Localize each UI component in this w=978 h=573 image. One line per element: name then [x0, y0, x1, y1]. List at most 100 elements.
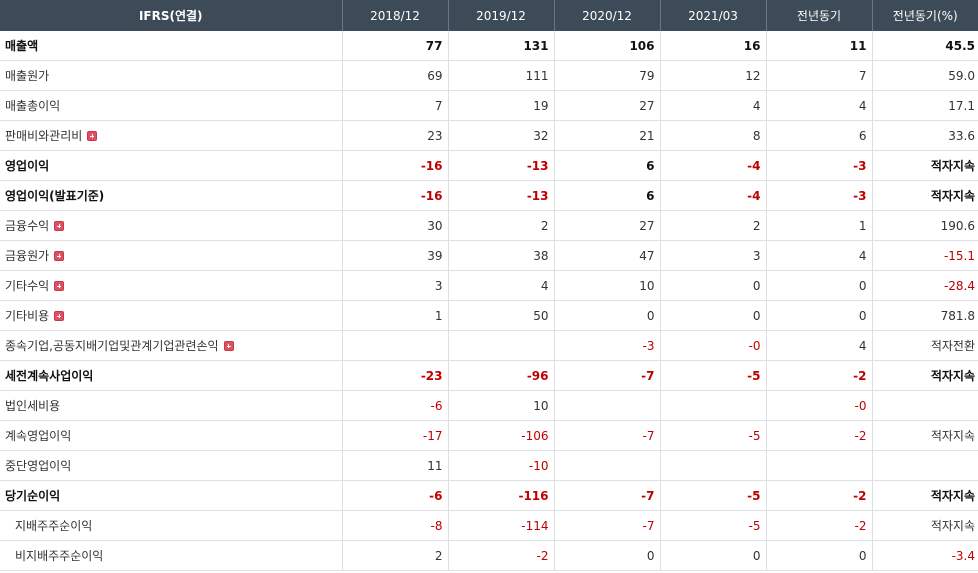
value-cell: -4: [660, 180, 767, 211]
value-cell: 1: [342, 300, 449, 331]
value-cell: 0: [554, 300, 661, 331]
row-label: 비지배주주순이익: [15, 549, 104, 563]
value-cell: -0: [660, 330, 767, 361]
value-cell: 적자지속: [872, 150, 978, 181]
value-cell: 0: [660, 270, 767, 301]
row-label-cell: 금융수익: [0, 210, 343, 241]
value-cell: -17: [342, 420, 449, 451]
value-cell: 19: [448, 90, 555, 121]
table-row: 기타비용 1 50 0 0 0 781.8: [0, 300, 978, 331]
value-cell: -5: [660, 480, 767, 511]
value-cell: -5: [660, 420, 767, 451]
row-label-cell: 금융원가: [0, 240, 343, 271]
header-col-yoy-pct: 전년동기(%): [872, 0, 978, 31]
row-label-cell: 종속기업,공동지배기업및관계기업관련손익: [0, 330, 343, 361]
value-cell: -3: [766, 150, 873, 181]
row-label: 금융수익: [5, 219, 50, 233]
header-label-col: IFRS(연결): [0, 0, 343, 31]
value-cell: 적자전환: [872, 330, 978, 361]
value-cell: 23: [342, 120, 449, 151]
value-cell: 0: [766, 300, 873, 331]
value-cell: 11: [342, 450, 449, 481]
value-cell: -7: [554, 480, 661, 511]
value-cell: [660, 390, 767, 421]
row-label-cell: 영업이익: [0, 150, 343, 181]
expand-plus-icon[interactable]: [54, 311, 65, 321]
value-cell: 38: [448, 240, 555, 271]
value-cell: -3: [766, 180, 873, 211]
row-label-cell: 비지배주주순이익: [0, 540, 343, 571]
row-label: 매출액: [5, 39, 39, 53]
value-cell: -7: [554, 420, 661, 451]
value-cell: 190.6: [872, 210, 978, 241]
value-cell: [872, 390, 978, 421]
value-cell: 적자지속: [872, 360, 978, 391]
table-row: 영업이익 -16 -13 6 -4 -3 적자지속: [0, 150, 978, 181]
value-cell: 69: [342, 60, 449, 91]
value-cell: -13: [448, 180, 555, 211]
value-cell: 27: [554, 210, 661, 241]
value-cell: 0: [660, 540, 767, 571]
value-cell: 17.1: [872, 90, 978, 121]
value-cell: 2: [660, 210, 767, 241]
value-cell: 45.5: [872, 31, 978, 61]
value-cell: 0: [766, 540, 873, 571]
value-cell: -2: [766, 510, 873, 541]
value-cell: -13: [448, 150, 555, 181]
header-col-yoy: 전년동기: [766, 0, 873, 31]
value-cell: 131: [448, 31, 555, 61]
value-cell: -3: [554, 330, 661, 361]
row-label: 매출원가: [5, 69, 50, 83]
expand-plus-icon[interactable]: [54, 281, 65, 291]
expand-plus-icon[interactable]: [54, 221, 65, 231]
row-label-cell: 기타수익: [0, 270, 343, 301]
value-cell: -2: [448, 540, 555, 571]
value-cell: -7: [554, 510, 661, 541]
value-cell: [448, 330, 555, 361]
value-cell: -6: [342, 390, 449, 421]
value-cell: 3: [342, 270, 449, 301]
row-label-cell: 중단영업이익: [0, 450, 343, 481]
value-cell: 4: [766, 90, 873, 121]
value-cell: -10: [448, 450, 555, 481]
value-cell: -16: [342, 180, 449, 211]
value-cell: 106: [554, 31, 661, 61]
row-label: 세전계속사업이익: [5, 369, 94, 383]
value-cell: -114: [448, 510, 555, 541]
value-cell: -28.4: [872, 270, 978, 301]
row-label-cell: 당기순이익: [0, 480, 343, 511]
row-label-cell: 판매비와관리비: [0, 120, 343, 151]
row-label-cell: 영업이익(발표기준): [0, 180, 343, 211]
value-cell: 11: [766, 31, 873, 61]
value-cell: 47: [554, 240, 661, 271]
value-cell: 781.8: [872, 300, 978, 331]
row-label: 기타수익: [5, 279, 50, 293]
header-col-2018-12: 2018/12: [342, 0, 449, 31]
value-cell: 39: [342, 240, 449, 271]
expand-plus-icon[interactable]: [54, 251, 65, 261]
row-label-cell: 매출총이익: [0, 90, 343, 121]
value-cell: 111: [448, 60, 555, 91]
value-cell: -15.1: [872, 240, 978, 271]
value-cell: 10: [554, 270, 661, 301]
row-label: 지배주주순이익: [15, 519, 93, 533]
expand-plus-icon[interactable]: [223, 341, 234, 351]
value-cell: 16: [660, 31, 767, 61]
expand-plus-icon[interactable]: [87, 131, 98, 141]
value-cell: -3.4: [872, 540, 978, 571]
row-label-cell: 매출액: [0, 31, 343, 61]
value-cell: 적자지속: [872, 420, 978, 451]
row-label-cell: 지배주주순이익: [0, 510, 343, 541]
value-cell: -2: [766, 360, 873, 391]
row-label: 매출총이익: [5, 99, 61, 113]
row-label-cell: 세전계속사업이익: [0, 360, 343, 391]
value-cell: [342, 330, 449, 361]
value-cell: 7: [766, 60, 873, 91]
value-cell: 6: [766, 120, 873, 151]
value-cell: 21: [554, 120, 661, 151]
value-cell: 27: [554, 90, 661, 121]
value-cell: 적자지속: [872, 510, 978, 541]
header-col-2021-03: 2021/03: [660, 0, 767, 31]
table-row: 법인세비용 -6 10 -0: [0, 390, 978, 421]
row-label: 중단영업이익: [5, 459, 72, 473]
